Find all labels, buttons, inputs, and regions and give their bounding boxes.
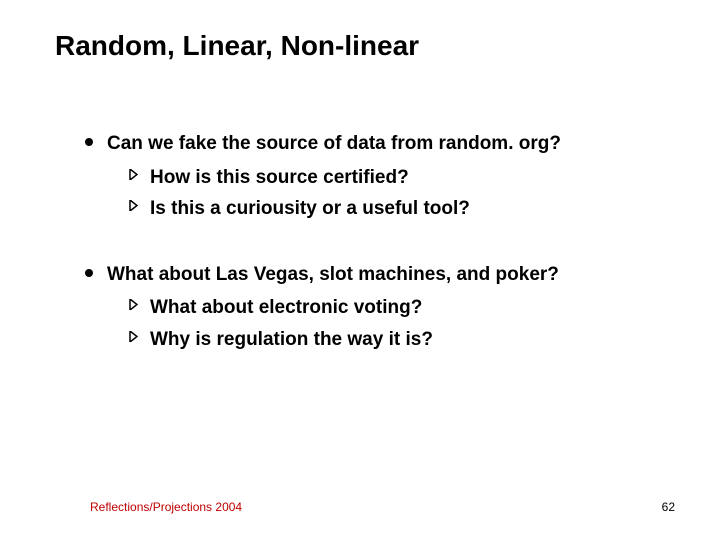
slide-title: Random, Linear, Non-linear	[55, 30, 670, 62]
slide-number: 62	[662, 500, 675, 514]
bullet-text: What about Las Vegas, slot machines, and…	[107, 261, 559, 289]
chevron-right-icon	[129, 331, 138, 342]
footer-label: Reflections/Projections 2004	[90, 500, 242, 514]
bullet-item: Can we fake the source of data from rand…	[85, 130, 670, 227]
bullet-content: What about Las Vegas, slot machines, and…	[107, 261, 559, 358]
bullet-content: Can we fake the source of data from rand…	[107, 130, 561, 227]
bullet-item: What about Las Vegas, slot machines, and…	[85, 261, 670, 358]
sub-bullet-text: How is this source certified?	[150, 164, 409, 192]
sub-list: How is this source certified? Is this a …	[107, 164, 561, 223]
slide-body: Can we fake the source of data from rand…	[55, 130, 670, 357]
disc-bullet-icon	[85, 138, 93, 146]
slide-footer: Reflections/Projections 2004 62	[0, 500, 720, 514]
sub-bullet-item: What about electronic voting?	[129, 294, 559, 322]
chevron-right-icon	[129, 200, 138, 211]
bullet-text: Can we fake the source of data from rand…	[107, 130, 561, 158]
sub-bullet-text: Why is regulation the way it is?	[150, 326, 433, 354]
sub-bullet-item: Why is regulation the way it is?	[129, 326, 559, 354]
sub-bullet-item: Is this a curiousity or a useful tool?	[129, 195, 561, 223]
sub-list: What about electronic voting? Why is reg…	[107, 294, 559, 353]
sub-bullet-item: How is this source certified?	[129, 164, 561, 192]
sub-bullet-text: What about electronic voting?	[150, 294, 422, 322]
chevron-right-icon	[129, 169, 138, 180]
sub-bullet-text: Is this a curiousity or a useful tool?	[150, 195, 470, 223]
chevron-right-icon	[129, 299, 138, 310]
disc-bullet-icon	[85, 269, 93, 277]
